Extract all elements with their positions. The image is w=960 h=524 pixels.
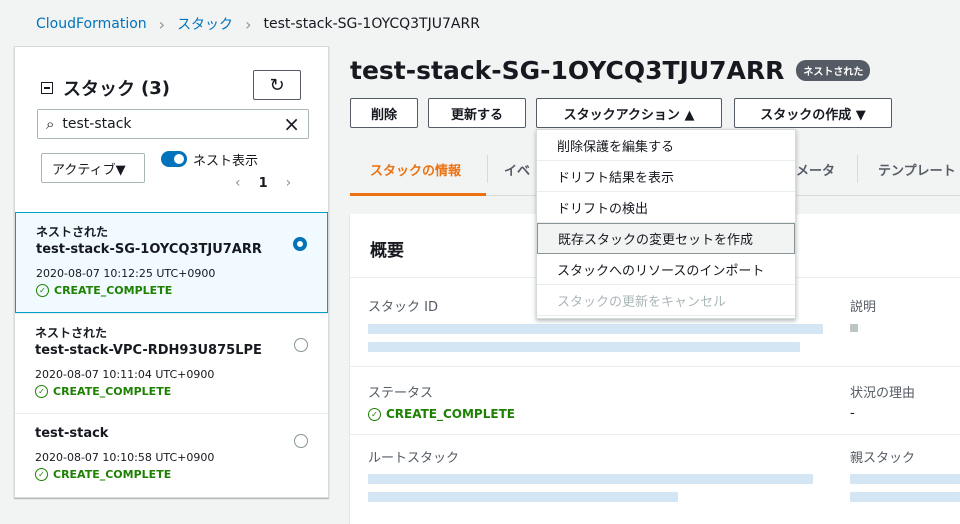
chevron-right-icon: ›	[158, 14, 166, 34]
breadcrumb-current: test-stack-SG-1OYCQ3TJU7ARR	[263, 16, 480, 32]
redacted-link[interactable]	[368, 474, 813, 484]
refresh-button[interactable]: ↻	[253, 70, 301, 100]
stack-name: test-stack	[35, 426, 109, 441]
menu-item-detect-drift[interactable]: ドリフトの検出	[537, 192, 795, 223]
divider	[350, 434, 960, 435]
root-stack-label: ルートスタック	[368, 451, 460, 466]
stack-select-radio[interactable]	[294, 434, 308, 448]
redacted-link[interactable]	[368, 492, 678, 502]
menu-item-redacted[interactable]	[537, 316, 795, 318]
search-input[interactable]: ⌕ test-stack ×	[37, 109, 309, 139]
current-page[interactable]: 1	[259, 176, 268, 191]
redacted-link[interactable]	[850, 474, 960, 484]
tab-stack-info[interactable]: スタックの情報	[370, 160, 461, 179]
nested-view-label: ネスト表示	[193, 154, 259, 169]
active-tab-indicator	[350, 193, 486, 196]
stack-status-text: CREATE_COMPLETE	[54, 284, 173, 297]
collapse-icon[interactable]	[41, 82, 53, 94]
tab-parameters[interactable]: メータ	[796, 160, 835, 179]
create-stack-button[interactable]: スタックの作成 ▼	[734, 98, 892, 128]
breadcrumb: CloudFormation › スタック › test-stack-SG-1O…	[36, 14, 480, 34]
stack-title-text: test-stack-SG-1OYCQ3TJU7ARR	[350, 56, 785, 85]
update-button[interactable]: 更新する	[428, 98, 526, 128]
stack-id-label: スタック ID	[368, 300, 438, 315]
status-filter-select[interactable]: アクティブ▼	[41, 153, 145, 183]
stack-name: test-stack-SG-1OYCQ3TJU7ARR	[36, 242, 262, 257]
stack-created-time: 2020-08-07 10:12:25 UTC+0900	[36, 267, 216, 280]
clear-icon[interactable]: ×	[283, 114, 300, 134]
stack-actions-button[interactable]: スタックアクション ▲	[536, 98, 722, 128]
stack-status: ✓ CREATE_COMPLETE	[35, 385, 308, 398]
status-success-icon: ✓	[368, 407, 381, 421]
stack-actions-menu: 削除保護を編集する ドリフト結果を表示 ドリフトの検出 既存スタックの変更セット…	[536, 129, 796, 319]
redacted-link[interactable]	[850, 492, 960, 502]
stack-count: (3)	[141, 77, 170, 99]
refresh-icon: ↻	[269, 74, 285, 96]
menu-item-edit-termination-protection[interactable]: 削除保護を編集する	[537, 130, 795, 161]
nested-badge: ネストされた	[796, 60, 871, 81]
menu-item-import-resources[interactable]: スタックへのリソースのインポート	[537, 254, 795, 285]
breadcrumb-cloudformation-link[interactable]: CloudFormation	[36, 16, 147, 32]
stack-select-radio[interactable]	[293, 237, 307, 251]
delete-button[interactable]: 削除	[350, 98, 418, 128]
chevron-right-icon: ›	[245, 14, 252, 34]
nested-view-toggle[interactable]	[161, 151, 187, 167]
redacted-value	[368, 324, 823, 334]
divider	[350, 366, 960, 367]
search-icon: ⌕	[46, 115, 55, 133]
page-title: test-stack-SG-1OYCQ3TJU7ARR ネストされた	[350, 56, 871, 85]
stack-status: ✓ CREATE_COMPLETE	[35, 468, 308, 481]
panel-title: スタック (3)	[41, 75, 170, 101]
stack-list-item[interactable]: test-stack 2020-08-07 10:10:58 UTC+0900 …	[15, 413, 328, 498]
stack-created-time: 2020-08-07 10:10:58 UTC+0900	[35, 451, 215, 464]
stack-name: test-stack-VPC-RDH93U875LPE	[35, 343, 262, 358]
overview-status-text: CREATE_COMPLETE	[386, 407, 515, 421]
stack-select-radio[interactable]	[294, 338, 308, 352]
menu-item-view-drift-results[interactable]: ドリフト結果を表示	[537, 161, 795, 192]
breadcrumb-stacks-link[interactable]: スタック	[177, 14, 233, 34]
next-page-icon[interactable]: ›	[286, 175, 292, 191]
panel-title-text: スタック	[63, 79, 135, 100]
overview-status: ✓ CREATE_COMPLETE	[368, 407, 515, 421]
nested-label: ネストされた	[35, 326, 108, 340]
stacks-panel: スタック (3) ↻ ⌕ test-stack × アクティブ▼ ネスト表示 ‹…	[14, 46, 329, 498]
menu-item-cancel-update: スタックの更新をキャンセル	[537, 285, 795, 316]
stack-created-time: 2020-08-07 10:11:04 UTC+0900	[35, 368, 215, 381]
tab-template[interactable]: テンプレート	[878, 160, 956, 179]
menu-item-create-change-set[interactable]: 既存スタックの変更セットを作成	[537, 223, 795, 254]
stack-list-item[interactable]: ネストされた test-stack-VPC-RDH93U875LPE 2020-…	[15, 313, 328, 413]
prev-page-icon[interactable]: ‹	[235, 175, 241, 191]
reason-value: -	[850, 406, 855, 421]
pagination: ‹ 1 ›	[235, 175, 291, 191]
tab-divider	[857, 155, 858, 183]
parent-stack-label: 親スタック	[850, 451, 916, 466]
status-label: ステータス	[368, 386, 434, 401]
redacted-value	[368, 342, 800, 352]
status-success-icon: ✓	[36, 284, 49, 297]
reason-label: 状況の理由	[850, 386, 916, 401]
status-success-icon: ✓	[35, 385, 48, 398]
tab-divider	[487, 155, 488, 183]
stack-status-text: CREATE_COMPLETE	[53, 385, 172, 398]
redacted-value	[850, 324, 858, 332]
search-input-value: test-stack	[62, 116, 132, 132]
stack-status-text: CREATE_COMPLETE	[53, 468, 172, 481]
stack-list-item[interactable]: ネストされた test-stack-SG-1OYCQ3TJU7ARR 2020-…	[15, 212, 328, 313]
description-label: 説明	[850, 300, 877, 315]
stack-status: ✓ CREATE_COMPLETE	[36, 284, 307, 297]
nested-label: ネストされた	[36, 225, 109, 239]
status-success-icon: ✓	[35, 468, 48, 481]
tab-events[interactable]: イベ	[504, 160, 530, 179]
